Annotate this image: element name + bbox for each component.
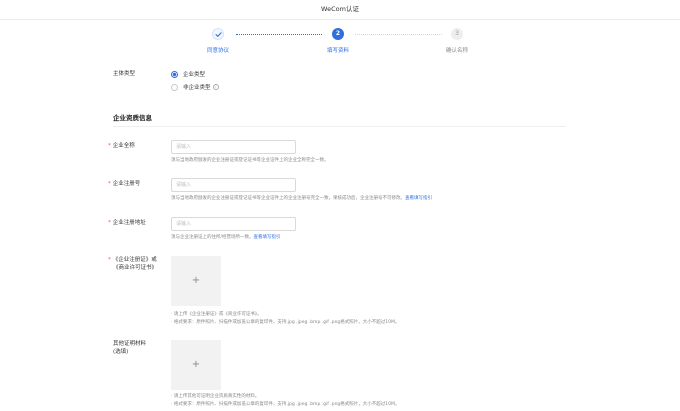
step-confirm-name: 3 确认名称 — [427, 28, 487, 54]
field-label-text: (选填) — [113, 349, 129, 355]
step-label: 同意协议 — [206, 48, 229, 54]
other-upload-label: 其他证明材料 (选填) — [113, 340, 146, 356]
field-label-text: 企业注册号 — [112, 181, 141, 187]
step-number: 2 — [332, 28, 344, 40]
hint-text: 须与当地政府颁发的企业注册证或登记证书等企业证件上的企业注册号完全一致，果核成功… — [171, 196, 405, 201]
radio-unselected-icon[interactable] — [171, 83, 178, 91]
step-agree-terms: 同意协议 — [188, 28, 248, 54]
guide-link[interactable]: 查看填写指引 — [405, 196, 432, 201]
step-label: 填写资料 — [326, 48, 349, 54]
other-hint-2: · 格式要求：原件照片、扫描件或加盖公章的复印件，支持.jpg .jpeg .b… — [171, 402, 400, 407]
section-divider — [113, 126, 566, 127]
radio-selected-icon[interactable] — [171, 70, 178, 78]
reg-address-input[interactable] — [171, 217, 296, 231]
step-label: 确认名称 — [445, 48, 468, 54]
field-label-text: 企业注册地址 — [112, 220, 146, 226]
required-mark: * — [108, 181, 111, 187]
step-number: 3 — [451, 28, 463, 40]
guide-link[interactable]: 查看填写指引 — [254, 235, 281, 240]
plus-icon: + — [191, 359, 201, 370]
checkmark-icon — [212, 28, 224, 40]
field-label-text: 其他证明材料 — [113, 341, 147, 347]
reg-number-label: * 企业注册号 — [108, 180, 140, 188]
required-mark: * — [108, 257, 111, 263]
reg-number-input[interactable] — [171, 178, 296, 192]
full-name-label: * 企业全称 — [108, 142, 135, 150]
field-label-text: 《企业注册证》或 — [112, 257, 157, 263]
info-icon[interactable]: i — [212, 84, 219, 90]
field-label-text: 《商业许可证书》 — [113, 265, 158, 271]
reg-address-label: * 企业注册地址 — [108, 219, 146, 227]
full-name-hint: 须与当地政府颁发的企业注册证或登记证书等企业证件上的企业全称完全一致。 — [171, 158, 329, 163]
reg-number-hint: 须与当地政府颁发的企业注册证或登记证书等企业证件上的企业注册号完全一致，果核成功… — [171, 195, 432, 202]
radio-label: 企业类型 — [183, 72, 206, 78]
section-title: 企业资质信息 — [113, 114, 152, 122]
window-title: WeCom认证 — [0, 0, 680, 20]
plus-icon: + — [191, 275, 201, 286]
radio-label: 非企业类型 — [183, 85, 211, 91]
radio-non-enterprise[interactable]: 非企业类型 i — [171, 83, 219, 91]
radio-enterprise[interactable]: 企业类型 — [171, 70, 205, 78]
required-mark: * — [108, 220, 111, 226]
step-fill-info: 2 填写资料 — [308, 28, 368, 54]
license-hint-2: · 格式要求：原件照片、扫描件或加盖公章的复印件，支持.jpg .jpeg .b… — [171, 320, 400, 325]
license-upload-box[interactable]: + — [171, 256, 221, 306]
other-hint-1: · 请上传其他可证明企业资质真实性的材料。 — [171, 394, 260, 399]
license-hint-1: · 请上传《企业注册证》或《商业许可证书》。 — [171, 312, 262, 317]
reg-address-hint: 须与企业注册证上的住所/经营场所一致。查看填写指引 — [171, 234, 281, 241]
other-upload-box[interactable]: + — [171, 340, 221, 390]
field-label-text: 企业全称 — [112, 143, 135, 149]
full-name-input[interactable] — [171, 140, 296, 154]
hint-text: 须与企业注册证上的住所/经营场所一致。 — [171, 235, 254, 240]
required-mark: * — [108, 143, 111, 149]
license-upload-label: * 《企业注册证》或 《商业许可证书》 — [108, 256, 157, 272]
subject-type-label: 主体类型 — [113, 71, 136, 77]
